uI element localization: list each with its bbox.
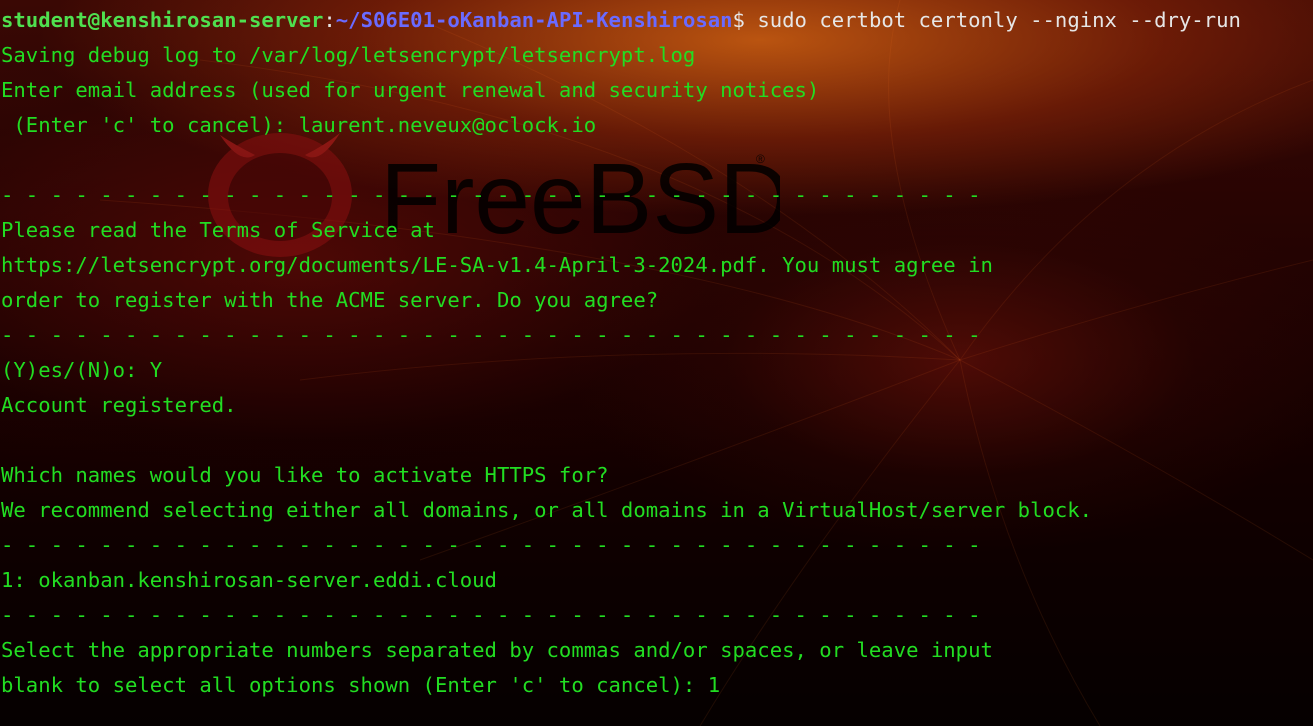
- output-debug-log: Saving debug log to /var/log/letsencrypt…: [1, 43, 696, 67]
- command-text: sudo certbot certonly --nginx --dry-run: [744, 8, 1241, 32]
- prompt-path: ~/S06E01-oKanban-API-Kenshirosan: [335, 8, 733, 32]
- domain-option: 1: okanban.kenshirosan-server.eddi.cloud: [1, 568, 497, 592]
- output-account-registered: Account registered.: [1, 393, 237, 417]
- output-email-prompt: Enter email address (used for urgent ren…: [1, 78, 820, 102]
- terminal-window[interactable]: FreeBSD ® student@kenshirosan-server:~/S…: [0, 0, 1313, 726]
- output-tos-intro: Please read the Terms of Service at: [1, 218, 435, 242]
- output-recommendation: We recommend selecting either all domain…: [1, 498, 1093, 522]
- terminal-output: student@kenshirosan-server:~/S06E01-oKan…: [1, 3, 1241, 703]
- prompt-dollar: $: [732, 8, 745, 32]
- output-tos-question: order to register with the ACME server. …: [1, 288, 659, 312]
- command-line: student@kenshirosan-server:~/S06E01-oKan…: [1, 3, 1241, 38]
- prompt-colon: :: [323, 8, 336, 32]
- separator-line: - - - - - - - - - - - - - - - - - - - - …: [1, 603, 981, 627]
- separator-line: - - - - - - - - - - - - - - - - - - - - …: [1, 533, 981, 557]
- output-yes-no-answer: (Y)es/(N)o: Y: [1, 358, 163, 382]
- output-tos-url: https://letsencrypt.org/documents/LE-SA-…: [1, 253, 993, 277]
- output-names-question: Which names would you like to activate H…: [1, 463, 609, 487]
- output-email-answer: (Enter 'c' to cancel): laurent.neveux@oc…: [1, 113, 597, 137]
- output-select-answer: blank to select all options shown (Enter…: [1, 673, 721, 697]
- separator-line: - - - - - - - - - - - - - - - - - - - - …: [1, 183, 981, 207]
- prompt-user-host: student@kenshirosan-server: [1, 8, 324, 32]
- output-select-instructions: Select the appropriate numbers separated…: [1, 638, 993, 662]
- separator-line: - - - - - - - - - - - - - - - - - - - - …: [1, 323, 981, 347]
